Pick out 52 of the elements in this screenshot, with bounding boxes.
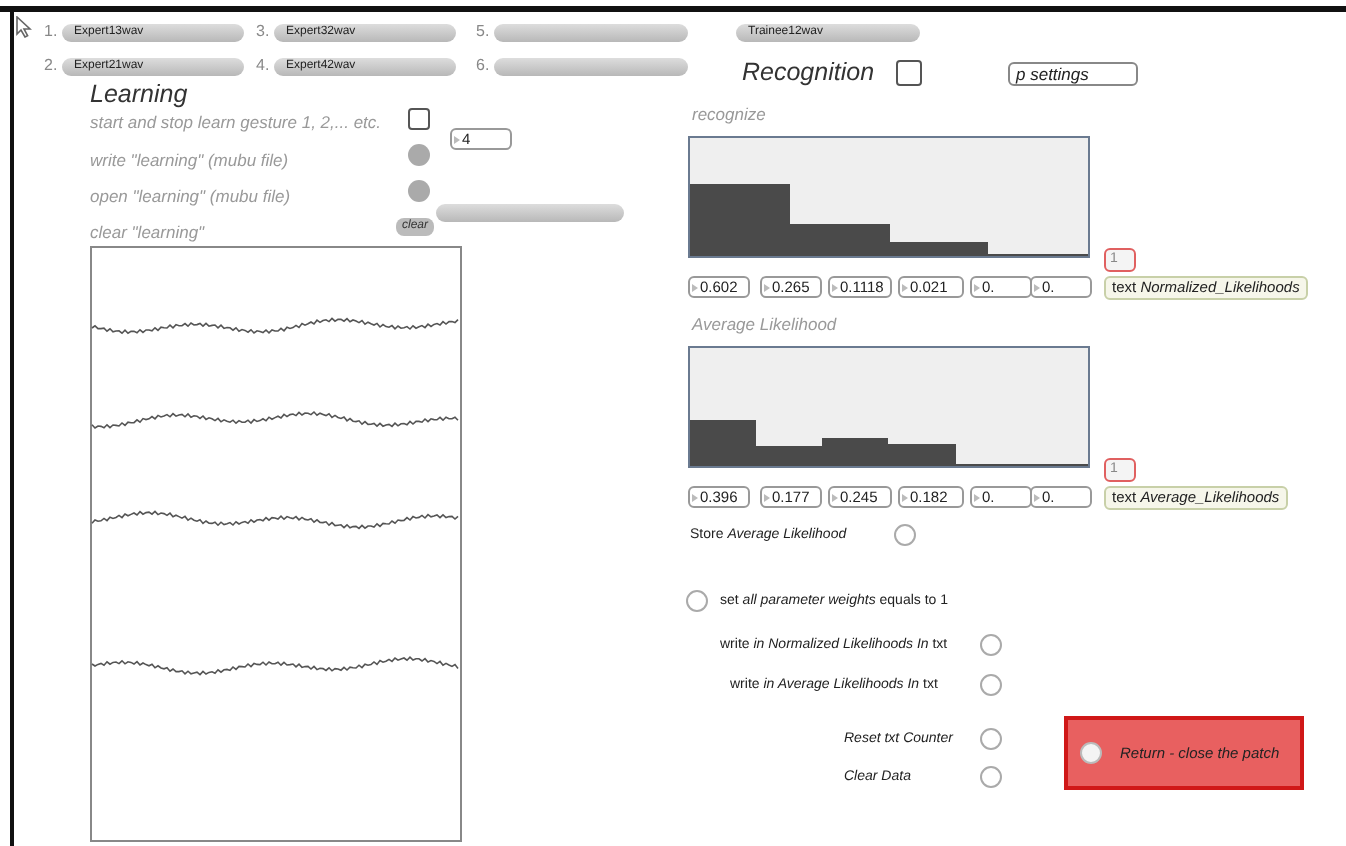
- slot-number: 4.: [256, 56, 270, 74]
- triangle-icon: [974, 493, 980, 501]
- cursor-icon: [16, 16, 32, 38]
- slider-fill[interactable]: [888, 444, 956, 466]
- recognition-checkbox[interactable]: [896, 60, 922, 86]
- bang-icon: [1080, 742, 1102, 764]
- triangle-icon: [902, 493, 908, 501]
- slider-track[interactable]: [690, 138, 790, 256]
- slider-fill[interactable]: [690, 419, 757, 466]
- action-button[interactable]: [980, 766, 1002, 788]
- slider-fill[interactable]: [889, 242, 989, 256]
- settings-box[interactable]: p settings: [1008, 62, 1138, 86]
- action-button[interactable]: [980, 634, 1002, 656]
- bang-button[interactable]: [408, 144, 430, 166]
- section-title: Recognition: [742, 58, 875, 86]
- triangle-icon: [764, 283, 770, 291]
- button-label: write "learning" (mubu file): [90, 150, 289, 170]
- slider-fill[interactable]: [690, 184, 790, 256]
- slot-number: 3.: [256, 22, 270, 40]
- slot-number: 5.: [476, 22, 490, 40]
- action-button[interactable]: [980, 674, 1002, 696]
- slider-fill[interactable]: [789, 224, 889, 256]
- display-title: recognize: [692, 104, 766, 124]
- slot-number: 6.: [476, 56, 490, 74]
- button-label: open "learning" (mubu file): [90, 186, 291, 206]
- toggle-checkbox[interactable]: [408, 108, 430, 130]
- slider-track[interactable]: [988, 138, 1088, 256]
- button-label: clear "learning": [90, 222, 205, 242]
- triangle-icon: [764, 493, 770, 501]
- triangle-icon: [974, 283, 980, 291]
- action-button[interactable]: [686, 590, 708, 612]
- display-title: Average Likelihood: [692, 314, 837, 334]
- file-slot[interactable]: [494, 58, 688, 76]
- triangle-icon: [692, 283, 698, 291]
- bang-button[interactable]: [408, 180, 430, 202]
- triangle-icon: [832, 283, 838, 291]
- triangle-icon: [832, 493, 838, 501]
- action-button[interactable]: [894, 524, 916, 546]
- triangle-icon: [454, 135, 460, 143]
- slider-track[interactable]: [1021, 348, 1088, 466]
- triangle-icon: [1034, 493, 1040, 501]
- slider-track[interactable]: [690, 348, 757, 466]
- triangle-icon: [1034, 283, 1040, 291]
- slider-bar[interactable]: [436, 204, 624, 222]
- toggle-label: start and stop learn gesture 1, 2,... etc.: [90, 112, 382, 132]
- section-title: Learning: [90, 80, 188, 108]
- file-slot[interactable]: [494, 24, 688, 42]
- triangle-icon: [902, 283, 908, 291]
- slot-number: 2.: [44, 56, 58, 74]
- action-button[interactable]: [980, 728, 1002, 750]
- triangle-icon: [692, 493, 698, 501]
- slot-number: 1.: [44, 22, 58, 40]
